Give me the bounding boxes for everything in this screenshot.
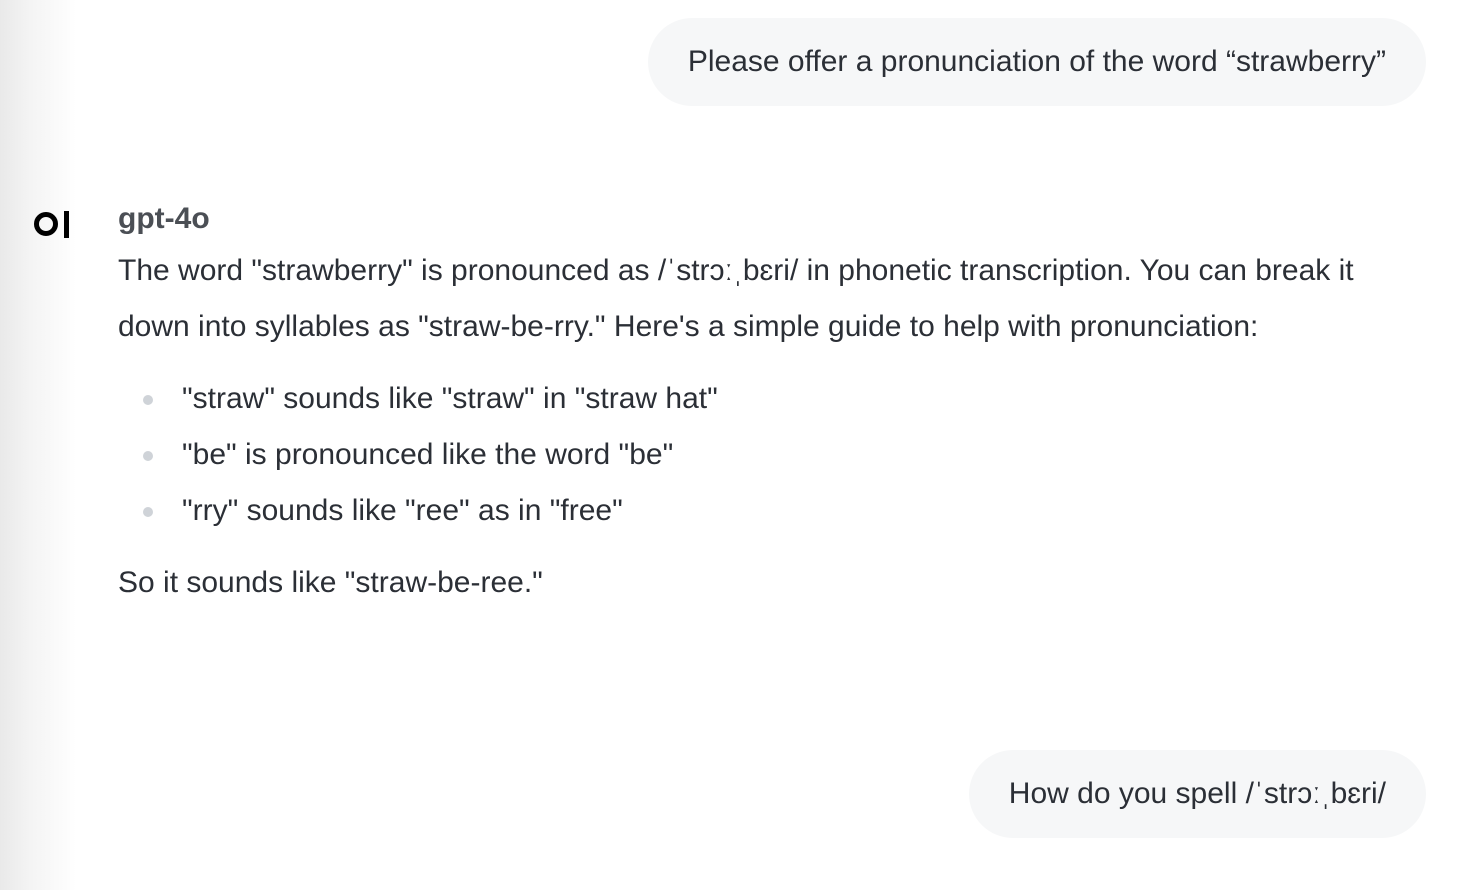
chat-page: Please offer a pronunciation of the word… — [0, 0, 1458, 890]
list-item-text: "rry" sounds like "ree" as in "free" — [182, 494, 623, 527]
list-item: "straw" sounds like "straw" in "straw ha… — [118, 371, 1398, 427]
list-item-text: "straw" sounds like "straw" in "straw ha… — [182, 382, 718, 415]
bullet-dot-icon — [143, 451, 153, 461]
openwebui-logo-icon — [34, 208, 69, 240]
bullet-dot-icon — [143, 395, 153, 405]
logo-circle — [34, 212, 58, 236]
assistant-model-name: gpt-4o — [118, 202, 210, 235]
user-message-text: How do you spell /ˈstrɔːˌbɛri/ — [1008, 777, 1386, 810]
list-item-text: "be" is pronounced like the word "be" — [182, 438, 674, 471]
assistant-paragraph: So it sounds like "straw-be-ree." — [118, 566, 543, 599]
user-message-bubble: How do you spell /ˈstrɔːˌbɛri/ — [968, 750, 1426, 838]
list-item: "be" is pronounced like the word "be" — [118, 427, 1398, 483]
user-message-bubble: Please offer a pronunciation of the word… — [647, 18, 1426, 106]
assistant-message: The word "strawberry" is pronounced as /… — [118, 243, 1398, 611]
bullet-dot-icon — [143, 507, 153, 517]
assistant-paragraph: The word "strawberry" is pronounced as /… — [118, 254, 1354, 343]
sidebar-edge — [0, 0, 76, 890]
list-item: "rry" sounds like "ree" as in "free" — [118, 483, 1398, 539]
user-message-text: Please offer a pronunciation of the word… — [687, 45, 1386, 78]
assistant-bullet-list: "straw" sounds like "straw" in "straw ha… — [118, 371, 1398, 539]
logo-bar — [64, 210, 69, 238]
